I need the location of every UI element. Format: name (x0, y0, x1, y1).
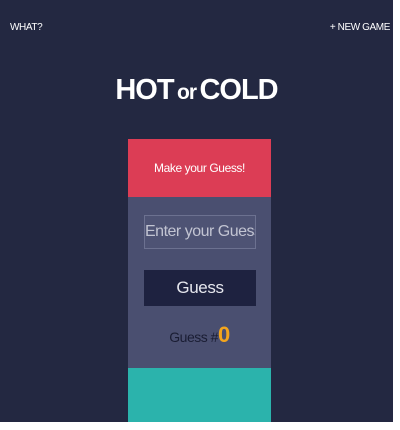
title-cold: COLD (199, 74, 278, 106)
new-game-link[interactable]: + NEW GAME (330, 22, 391, 33)
page-title: HOT or COLD (0, 74, 393, 107)
guess-counter-label: Guess # (169, 329, 218, 345)
what-link[interactable]: WHAT? (10, 22, 43, 33)
guess-button[interactable]: Guess (144, 270, 256, 306)
guess-counter: Guess #0 (128, 322, 271, 348)
guess-count-value: 0 (217, 322, 230, 347)
guess-input[interactable] (144, 215, 256, 249)
title-hot: HOT (115, 74, 174, 106)
title-or: or (177, 81, 197, 104)
guess-prompt-header: Make your Guess! (128, 139, 271, 197)
feedback-panel (128, 368, 271, 422)
top-nav: WHAT? + NEW GAME (0, 0, 393, 50)
game-card: Make your Guess! Guess Guess #0 (128, 139, 271, 422)
game-screen: WHAT? + NEW GAME HOT or COLD Make your G… (0, 0, 393, 422)
